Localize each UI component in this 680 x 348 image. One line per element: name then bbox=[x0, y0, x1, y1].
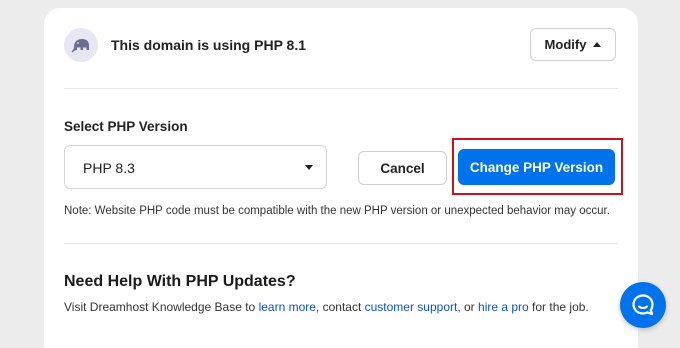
php-version-select[interactable]: PHP 8.3 bbox=[64, 145, 327, 189]
hire-a-pro-link[interactable]: hire a pro bbox=[478, 300, 529, 314]
php-status-text: This domain is using PHP 8.1 bbox=[111, 37, 307, 53]
php-version-value: PHP 8.3 bbox=[83, 160, 135, 176]
compatibility-note: Note: Website PHP code must be compatibl… bbox=[64, 205, 610, 217]
caret-up-icon bbox=[593, 42, 602, 47]
help-text: Visit Dreamhost Knowledge Base to learn … bbox=[64, 300, 589, 314]
chat-bubble-icon bbox=[632, 294, 654, 316]
customer-support-link[interactable]: customer support bbox=[365, 300, 458, 314]
modify-label: Modify bbox=[544, 37, 587, 52]
chat-button[interactable] bbox=[620, 282, 666, 328]
php-settings-card: This domain is using PHP 8.1 Modify Sele… bbox=[44, 8, 638, 348]
help-title: Need Help With PHP Updates? bbox=[64, 273, 296, 290]
help-text-part: Visit Dreamhost Knowledge Base to bbox=[64, 300, 259, 314]
select-php-version-label: Select PHP Version bbox=[64, 119, 188, 134]
learn-more-link[interactable]: learn more bbox=[259, 300, 316, 314]
elephant-icon bbox=[64, 28, 98, 62]
caret-down-icon bbox=[305, 165, 313, 170]
help-text-part: for the job. bbox=[528, 300, 589, 314]
help-text-part: , contact bbox=[315, 300, 365, 314]
change-php-version-button[interactable]: Change PHP Version bbox=[458, 149, 615, 185]
cancel-button[interactable]: Cancel bbox=[358, 151, 447, 185]
divider bbox=[64, 88, 618, 89]
divider bbox=[64, 243, 618, 244]
modify-button[interactable]: Modify bbox=[530, 28, 616, 61]
help-text-part: , or bbox=[457, 300, 479, 314]
